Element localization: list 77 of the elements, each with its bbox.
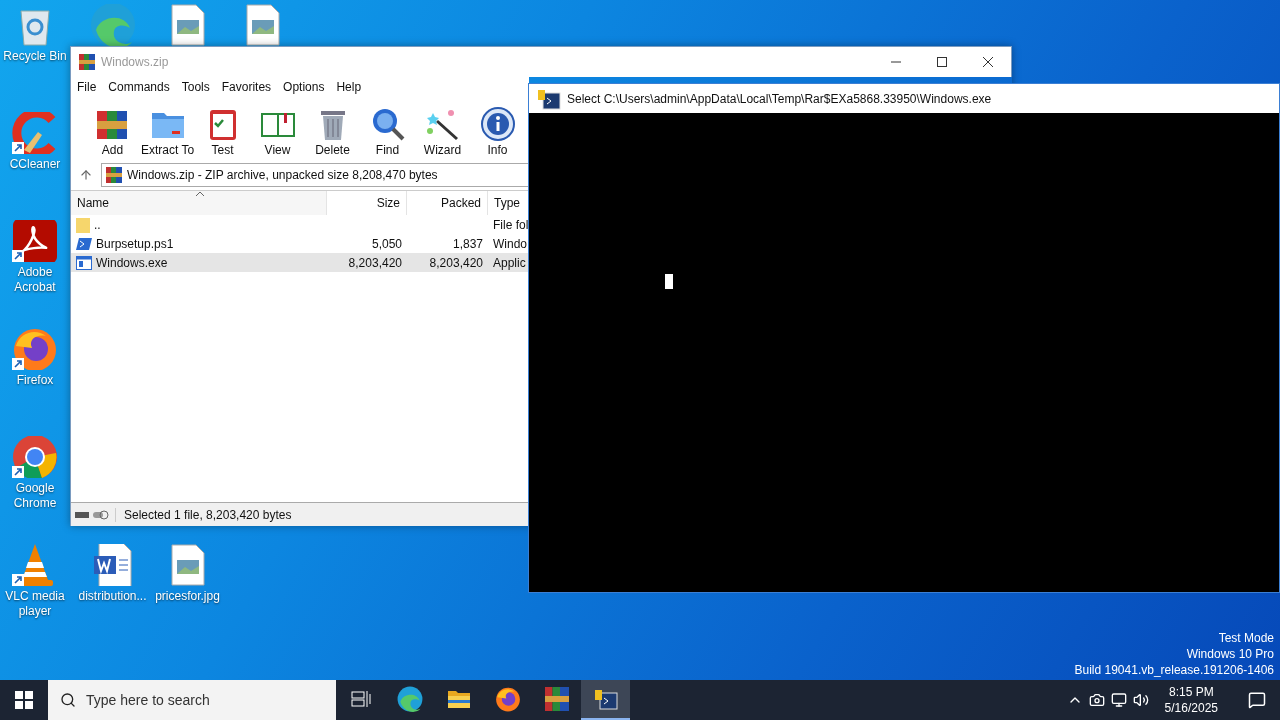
desktop-icon-label: Recycle Bin	[3, 49, 67, 64]
word-document-icon	[92, 544, 133, 586]
image-file-icon	[170, 544, 205, 586]
toolbar-button[interactable]: Add	[85, 107, 140, 157]
status-text: Selected 1 file, 8,203,420 bytes	[115, 507, 292, 522]
window-title: Select C:\Users\admin\AppData\Local\Temp\Rar$EXa5868.33950\Windows.exe	[567, 91, 992, 106]
desktop-watermark-text: Windows 10 Pro	[1186, 646, 1274, 662]
packed-size: 8,203,420	[429, 255, 483, 270]
info-icon	[479, 107, 516, 141]
file-row[interactable]: Burpsetup.ps1 5,050 1,837 Windo	[71, 234, 529, 253]
speaker-icon[interactable]	[1132, 692, 1149, 708]
folder-icon	[446, 689, 471, 709]
close-icon	[983, 57, 993, 67]
up-arrow-icon[interactable]	[79, 168, 93, 182]
toolbar-button[interactable]: Test	[195, 107, 250, 157]
desktop-watermark-text: Build 19041.vb_release.191206-1406	[1074, 662, 1274, 678]
file-type: Windo	[493, 236, 527, 251]
search-field[interactable]: Type here to search	[48, 680, 336, 720]
desktop-icon-label: CCleaner	[9, 157, 61, 172]
acrobat-icon	[12, 220, 58, 262]
file-row[interactable]: Windows.exe 8,203,420 8,203,420 Applic	[71, 253, 529, 272]
path-field[interactable]: Windows.zip - ZIP archive, unpacked size 8,208,470 bytes	[101, 163, 529, 187]
magic-wand-icon	[424, 107, 461, 141]
toolbar-button[interactable]: Delete	[305, 107, 360, 157]
menu-item[interactable]: Commands	[108, 78, 176, 96]
column-header[interactable]: Name	[71, 191, 327, 215]
notification-icon[interactable]	[1248, 691, 1266, 709]
desktop-icon-label: VLC media player	[4, 589, 66, 619]
toolbar-button[interactable]: Wizard	[415, 107, 470, 157]
toolbar-button[interactable]: View	[250, 107, 305, 157]
file-name: Windows.exe	[96, 255, 168, 270]
window-title: Windows.zip	[101, 55, 170, 69]
powershell-icon	[76, 236, 92, 251]
desktop-icon-label: Firefox	[16, 373, 54, 388]
file-name: ..	[94, 217, 101, 232]
archive-icon	[79, 54, 95, 70]
menu-item[interactable]: Options	[283, 78, 331, 96]
windows-logo-icon	[15, 691, 33, 709]
drive-icon	[75, 509, 109, 520]
folder-icon	[76, 216, 90, 233]
network-icon[interactable]	[1110, 692, 1127, 708]
archive-icon	[106, 167, 122, 183]
packed-size: 1,837	[452, 236, 483, 251]
console-icon	[537, 87, 561, 110]
ccleaner-icon	[12, 112, 58, 154]
task-view-icon	[350, 690, 371, 708]
archive-icon	[544, 687, 569, 711]
file-name: Burpsetup.ps1	[96, 236, 174, 251]
toolbar-button[interactable]: Info	[470, 107, 525, 157]
file-size: 5,050	[371, 236, 402, 251]
menu-item[interactable]: Help	[336, 78, 368, 96]
maximize-icon	[937, 57, 947, 67]
file-type: Applic	[493, 255, 526, 270]
desktop-icon-label: Adobe Acrobat	[13, 265, 57, 295]
file-type: File fol	[493, 217, 529, 232]
menu-item[interactable]: File	[77, 78, 103, 96]
application-icon	[76, 255, 92, 270]
file-row[interactable]: .. File fol	[71, 215, 529, 234]
toolbar-button[interactable]: Extract To	[140, 107, 195, 157]
taskbar-app-button[interactable]	[581, 680, 630, 720]
firefox-icon	[12, 328, 58, 370]
console-icon	[593, 688, 618, 710]
toolbar-button[interactable]: Find	[360, 107, 415, 157]
menu-item[interactable]: Favorites	[221, 78, 278, 96]
menu-item[interactable]: Tools	[181, 78, 216, 96]
clock[interactable]: 8:15 PM 5/16/2025	[1154, 684, 1228, 716]
edge-icon	[396, 686, 423, 712]
chrome-icon	[12, 436, 58, 478]
desktop-icon-label: Google Chrome	[12, 481, 58, 511]
search-icon	[60, 692, 76, 708]
firefox-icon	[494, 686, 521, 712]
edge-icon	[89, 4, 136, 46]
desktop-icon-label: distribution...	[78, 589, 147, 604]
desktop-watermark-text: Test Mode	[1218, 630, 1274, 646]
camera-icon[interactable]	[1088, 692, 1105, 708]
desktop-icon-label: pricesfor.jpg	[155, 589, 220, 604]
file-size: 8,203,420	[348, 255, 402, 270]
